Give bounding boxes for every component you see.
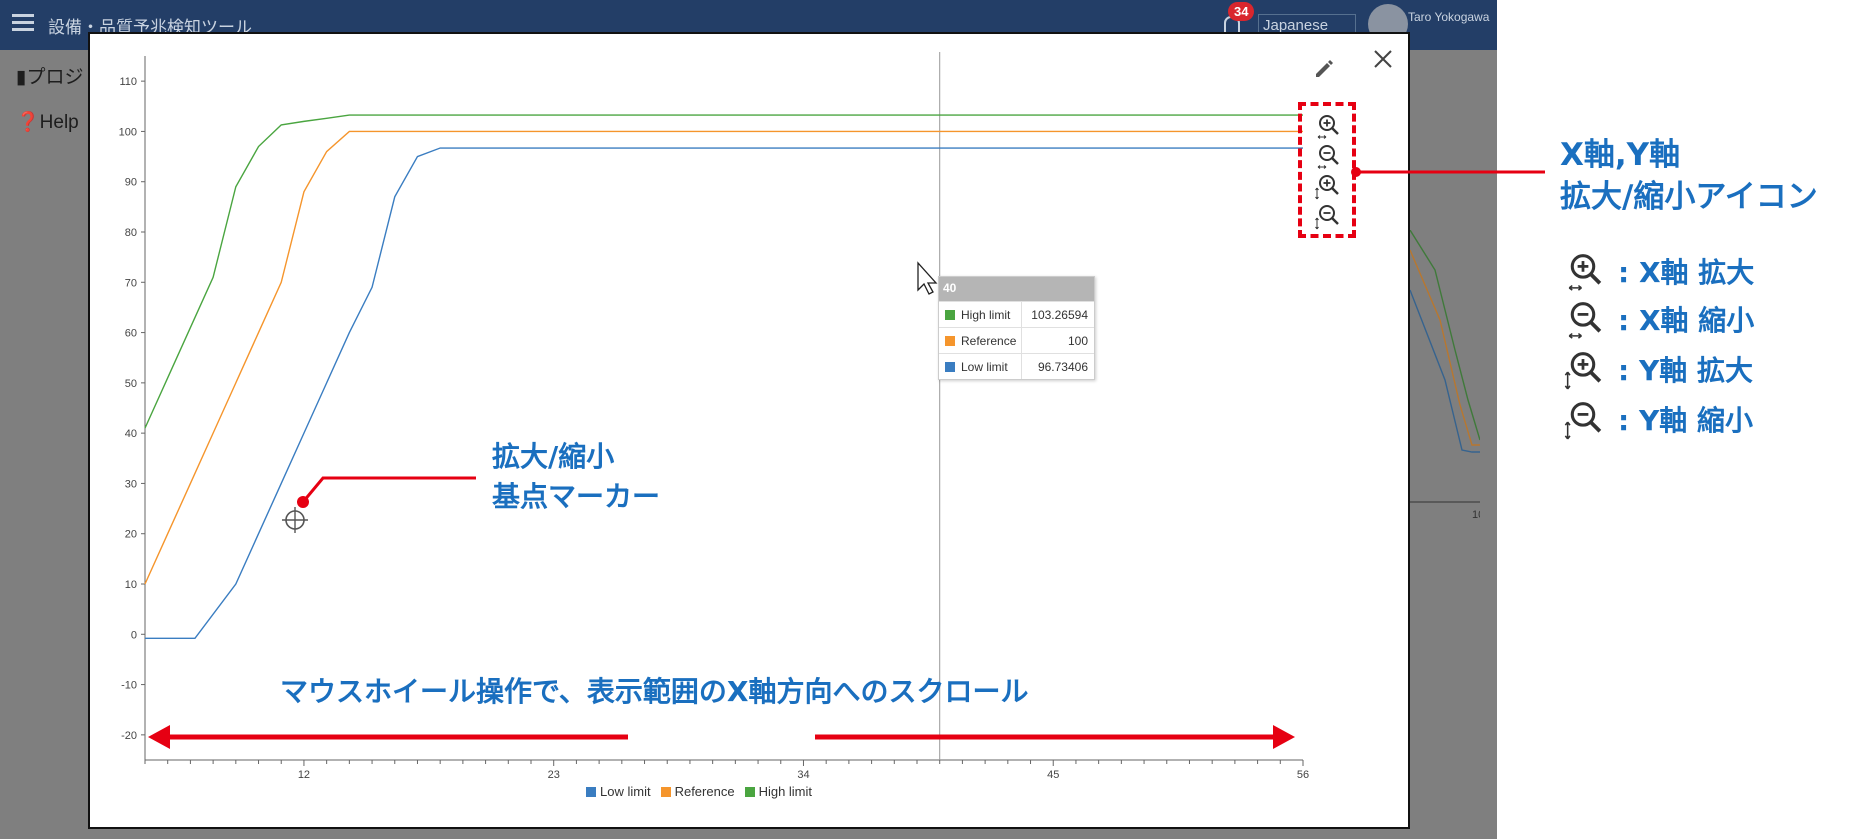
x-tick-label: 12	[298, 769, 310, 781]
series-line-high-limit	[144, 114, 1303, 429]
zoom-icons-annotation: X軸,Y軸 拡大/縮小アイコン	[1560, 134, 1818, 218]
tooltip-row: High limit 103.26594	[939, 301, 1094, 327]
y-tick-label: 0	[131, 629, 137, 641]
zoom-legend-label: : Y軸 拡大	[1618, 354, 1753, 387]
marker-annotation-line2: 基点マーカー	[492, 480, 661, 513]
y-tick-label: 10	[125, 579, 137, 591]
legend-swatch	[586, 786, 596, 797]
tooltip-row: Low limit 96.73406	[939, 353, 1094, 379]
x-zoom-out-icon	[1568, 302, 1602, 339]
y-zoom-in-icon[interactable]	[1312, 172, 1342, 200]
zoom-legend-x-out: : X軸 縮小	[1560, 296, 1754, 342]
y-tick-label: 110	[119, 76, 137, 88]
legend-label: Reference	[674, 784, 735, 799]
tooltip-x-value: 40	[939, 277, 1094, 301]
zoom-legend-label: : X軸 縮小	[1618, 304, 1755, 337]
tooltip-series-value: 103.26594	[1031, 307, 1088, 322]
series-swatch	[945, 361, 955, 372]
x-zoom-out-icon[interactable]	[1312, 142, 1342, 170]
y-tick-label: 90	[125, 177, 137, 189]
chart-tooltip: 40 High limit 103.26594 Reference 100 Low li…	[938, 276, 1095, 380]
tooltip-series-name: Low limit	[939, 354, 1022, 379]
pencil-icon[interactable]	[1313, 57, 1335, 79]
legend-label: High limit	[758, 784, 813, 799]
zoom-annotation-line2: 拡大/縮小アイコン	[1560, 179, 1818, 215]
y-tick-label: -20	[121, 730, 137, 742]
y-tick-label: 100	[119, 126, 137, 138]
marker-annotation: 拡大/縮小 基点マーカー	[492, 437, 660, 517]
legend-item[interactable]: Reference	[660, 784, 735, 799]
chart-legend: Low limit Reference High limit	[586, 784, 812, 799]
series-line-reference	[144, 130, 1303, 585]
y-tick-label: -10	[121, 680, 137, 692]
chart-area[interactable]: 1101009080706050403020100-10-2012 23 34 45 5…	[0, 0, 1497, 839]
y-tick-label: 50	[125, 378, 137, 390]
y-tick-label: 80	[125, 227, 137, 239]
marker-annotation-line1: 拡大/縮小	[492, 440, 615, 473]
x-zoom-in-icon	[1568, 254, 1602, 291]
legend-item[interactable]: Low limit	[586, 784, 651, 799]
zoom-legend-y-out: : Y軸 縮小	[1560, 396, 1753, 442]
scroll-annotation: マウスホイール操作で、表示範囲のX軸方向へのスクロール	[280, 675, 1029, 708]
y-tick-label: 20	[125, 529, 137, 541]
y-tick-label: 60	[125, 328, 137, 340]
tooltip-series-name: High limit	[939, 302, 1022, 327]
zoom-legend-y-in: : Y軸 拡大	[1560, 346, 1753, 392]
series-swatch	[945, 335, 955, 346]
tooltip-series-value: 96.73406	[1037, 359, 1088, 374]
zoom-legend-label: : X軸 拡大	[1618, 256, 1755, 289]
zoom-legend-label: : Y軸 縮小	[1618, 404, 1753, 437]
x-tick-label: 56	[1297, 769, 1309, 781]
screenshot-stage: 設備・品質予兆検知ツール 34 Japanese Taro Yokogawa ▮…	[0, 0, 1865, 839]
legend-label: Low limit	[600, 784, 651, 799]
y-tick-label: 30	[125, 478, 137, 490]
legend-swatch	[660, 786, 671, 797]
x-tick-label: 34	[797, 769, 809, 781]
zoom-legend-x-in: : X軸 拡大	[1560, 248, 1754, 294]
tooltip-row: Reference 100	[939, 327, 1094, 353]
x-tick-label: 45	[1047, 769, 1059, 781]
y-tick-label: 40	[125, 428, 137, 440]
legend-swatch	[744, 786, 755, 797]
y-zoom-in-icon	[1564, 352, 1602, 390]
y-zoom-out-icon	[1564, 402, 1602, 440]
x-zoom-in-icon[interactable]	[1312, 112, 1342, 140]
x-tick-label: 23	[548, 769, 560, 781]
close-icon[interactable]	[1372, 48, 1394, 70]
zoom-annotation-line1: X軸,Y軸	[1560, 137, 1681, 173]
tooltip-series-name: Reference	[939, 328, 1022, 353]
series-swatch	[945, 309, 955, 320]
y-zoom-out-icon[interactable]	[1312, 202, 1342, 230]
tooltip-series-value: 100	[1067, 333, 1088, 348]
y-tick-label: 70	[125, 277, 137, 289]
series-line-low-limit	[145, 147, 1303, 640]
legend-item[interactable]: High limit	[744, 784, 813, 799]
